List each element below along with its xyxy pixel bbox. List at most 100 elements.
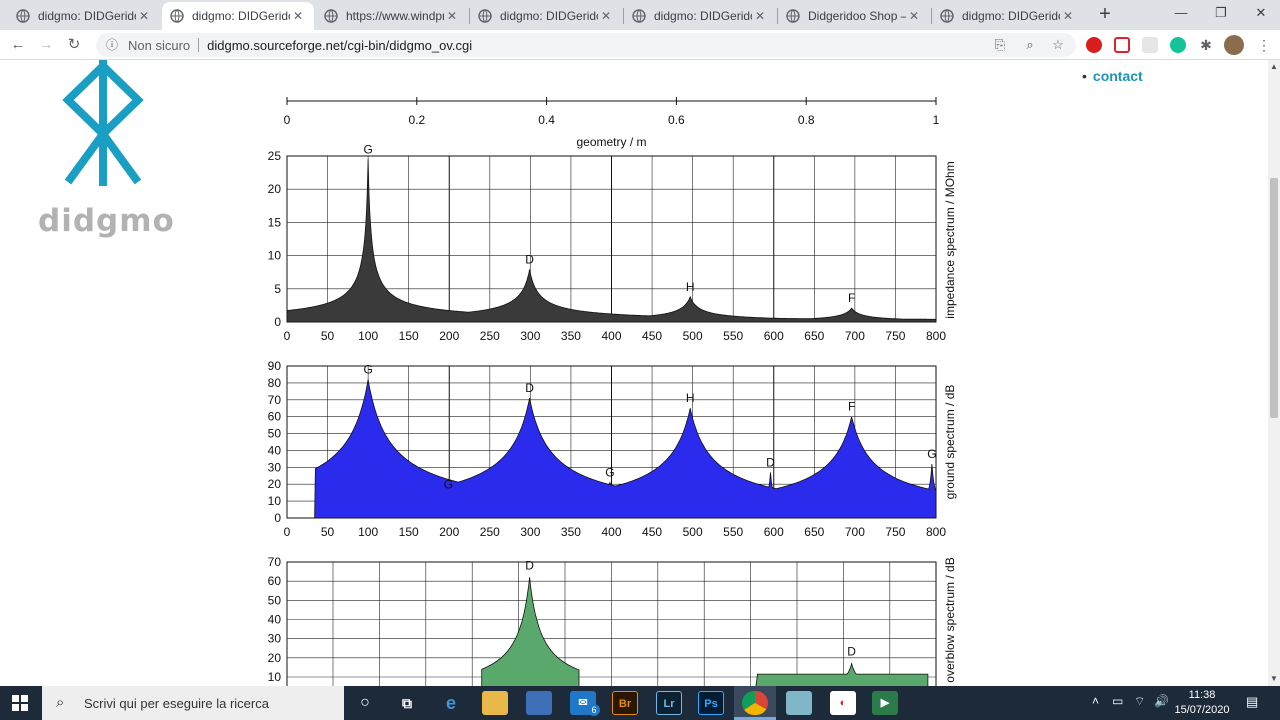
tab-separator [623, 8, 624, 24]
x-tick-label: 300 [520, 525, 540, 539]
peak-label: F [848, 400, 855, 414]
close-tab-icon[interactable]: ✕ [598, 8, 614, 24]
shield-extension-icon[interactable] [1114, 37, 1130, 53]
scroll-up-icon[interactable]: ▲ [1270, 62, 1278, 71]
tab[interactable]: https://www.windproject.org✕ [316, 2, 468, 30]
y-tick-label: 0 [274, 511, 281, 525]
reload-icon[interactable]: ↻ [64, 35, 84, 55]
geometry-axis-label: geometry / m [576, 135, 646, 149]
clock[interactable]: 11:38 15/07/2020 [1170, 688, 1234, 718]
file-explorer-icon[interactable] [482, 691, 508, 715]
peak-label: H [686, 280, 695, 294]
tab-separator [469, 8, 470, 24]
x-tick-label: 450 [642, 525, 662, 539]
task-view-icon[interactable]: ⧉ [394, 691, 420, 715]
security-label: Non sicuro [128, 37, 191, 53]
x-tick-label: 800 [926, 525, 946, 539]
forward-icon[interactable]: → [36, 35, 56, 55]
tray-device-icon[interactable]: ▭ [1112, 694, 1123, 708]
grammarly-extension-icon[interactable] [1170, 37, 1186, 53]
volume-icon[interactable]: 🔊 [1154, 694, 1169, 708]
tab[interactable]: didgmo: DIDGeridoo Modeller✕ [162, 2, 314, 30]
y-tick-label: 20 [268, 182, 282, 196]
close-tab-icon[interactable]: ✕ [444, 8, 460, 24]
x-tick-label: 500 [683, 329, 703, 343]
bookmark-star-icon[interactable]: ☆ [1050, 37, 1066, 53]
tab[interactable]: didgmo: DIDGeridoo Modeller✕ [932, 2, 1084, 30]
windows-start-icon[interactable] [12, 695, 28, 711]
peak-label: D [847, 645, 856, 659]
info-icon[interactable]: ⓘ [104, 37, 120, 53]
divider [198, 38, 200, 52]
geometry-tick-label: 0.8 [798, 113, 815, 127]
edge-icon[interactable]: e [438, 691, 464, 715]
network-icon[interactable]: ⌔ [1134, 694, 1145, 709]
x-tick-label: 100 [358, 525, 378, 539]
profile-avatar[interactable] [1224, 35, 1244, 55]
notification-icon[interactable]: ▤ [1246, 694, 1258, 710]
peak-label: G [927, 447, 936, 461]
taskbar-search[interactable]: ⌕ Scrivi qui per eseguire la ricerca [42, 686, 344, 720]
tab[interactable]: didgmo: DIDGeridoo Modeller✕ [8, 2, 160, 30]
chrome-icon[interactable] [742, 691, 768, 715]
peak-label: D [525, 558, 534, 572]
x-tick-label: 150 [399, 329, 419, 343]
globe-icon [170, 9, 184, 23]
close-tab-icon[interactable]: ✕ [136, 8, 152, 24]
x-tick-label: 350 [561, 329, 581, 343]
photoshop-icon[interactable]: Ps [698, 691, 724, 715]
app-green-icon[interactable]: ▶ [872, 691, 898, 715]
geometry-tick-label: 1 [933, 113, 940, 127]
tray-chevron-icon[interactable]: ˄ [1092, 694, 1099, 708]
store-icon[interactable] [526, 691, 552, 715]
tab-title: https://www.windproject.org [346, 9, 444, 23]
cortana-icon[interactable]: ○ [352, 691, 378, 715]
zoom-icon[interactable]: ⌕ [1022, 37, 1038, 53]
peak-label: G [605, 466, 614, 480]
close-tab-icon[interactable]: ✕ [906, 8, 922, 24]
close-window-button[interactable]: ✕ [1238, 0, 1280, 28]
app-red-icon[interactable]: ◐ [830, 691, 856, 715]
clock-date: 15/07/2020 [1174, 704, 1230, 716]
back-icon[interactable]: ← [8, 35, 28, 55]
y-tick-label: 50 [268, 427, 282, 441]
tab[interactable]: didgmo: DIDGeridoo Modeller✕ [624, 2, 776, 30]
x-tick-label: 750 [885, 525, 905, 539]
y-tick-label: 60 [268, 410, 282, 424]
x-tick-label: 600 [764, 329, 784, 343]
y-axis-label: ground spectrum / dB [943, 385, 957, 500]
y-tick-label: 15 [268, 215, 282, 229]
x-tick-label: 650 [804, 329, 824, 343]
y-tick-label: 90 [268, 359, 282, 373]
x-tick-label: 250 [480, 525, 500, 539]
scroll-down-icon[interactable]: ▼ [1270, 674, 1278, 683]
lightroom-icon[interactable]: Lr [656, 691, 682, 715]
scrollbar-thumb[interactable] [1270, 178, 1278, 418]
adblock-extension-icon[interactable] [1086, 37, 1102, 53]
new-tab-button[interactable]: + [1096, 4, 1114, 26]
close-tab-icon[interactable]: ✕ [290, 8, 306, 24]
peak-label: D [525, 253, 534, 267]
tab-title: didgmo: DIDGeridoo Modeller [38, 9, 136, 23]
globe-icon [478, 9, 492, 23]
tab[interactable]: Didgeridoo Shop – Didgeridoos✕ [778, 2, 930, 30]
y-tick-label: 40 [268, 443, 282, 457]
menu-icon[interactable]: ⋮ [1256, 37, 1272, 53]
close-tab-icon[interactable]: ✕ [752, 8, 768, 24]
globe-icon [324, 9, 338, 23]
extension-icon[interactable] [1142, 37, 1158, 53]
geometry-tick-label: 0.4 [538, 113, 555, 127]
page-content: didgmo contact 00.20.40.60.81geometry / … [0, 60, 1268, 686]
app-icon[interactable] [786, 691, 812, 715]
x-tick-label: 0 [284, 525, 291, 539]
y-tick-label: 30 [268, 632, 282, 646]
close-tab-icon[interactable]: ✕ [1060, 8, 1076, 24]
address-bar[interactable]: ⓘ Non sicuro didgmo.sourceforge.net/cgi-… [96, 33, 1076, 57]
scrollbar[interactable]: ▲ ▼ [1268, 60, 1280, 686]
translate-icon[interactable]: ⎘ [992, 37, 1008, 53]
tab[interactable]: didgmo: DIDGeridoo Modeller✕ [470, 2, 622, 30]
mail-badge: 6 [588, 704, 600, 716]
x-tick-label: 550 [723, 525, 743, 539]
puzzle-extensions-icon[interactable]: ✱ [1198, 37, 1214, 53]
bridge-icon[interactable]: Br [612, 691, 638, 715]
